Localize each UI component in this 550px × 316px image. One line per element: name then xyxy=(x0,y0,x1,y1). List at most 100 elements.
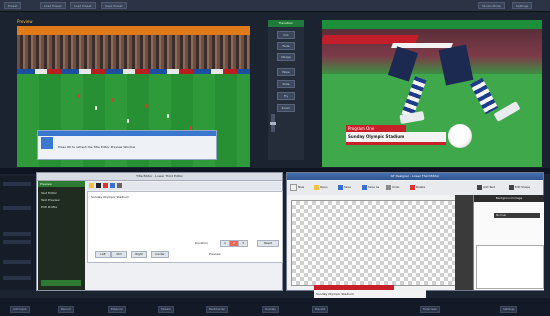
new-icon xyxy=(290,183,297,191)
preview-row-label: Preview xyxy=(209,252,221,256)
layers-panel xyxy=(455,195,473,290)
edit-shape-tool[interactable]: Edit Shape xyxy=(509,183,543,192)
input-slot[interactable] xyxy=(3,260,31,264)
stream-button[interactable]: Stream xyxy=(158,306,175,313)
slide-button[interactable]: Slide xyxy=(277,80,295,88)
sidebar-item-text-preview[interactable]: Text Preview xyxy=(41,198,60,202)
dialog-message: Press OK to refresh the Title Editor Pre… xyxy=(58,145,136,149)
settings-button[interactable]: Settings xyxy=(512,2,533,9)
sidebar-header: Preview xyxy=(38,181,85,187)
add-input-button[interactable]: Add Input xyxy=(10,306,30,313)
transition-panel xyxy=(268,20,304,160)
settings-bottom-button[interactable]: Settings xyxy=(500,306,518,313)
shape-icon xyxy=(509,184,514,190)
input-slot[interactable] xyxy=(3,206,31,210)
input-list xyxy=(0,176,36,290)
t-bar-slider[interactable] xyxy=(270,114,276,132)
lower-third-title: Sunday Olympic Stadium xyxy=(346,132,446,142)
font-icon[interactable] xyxy=(110,183,115,188)
center-button[interactable]: Center xyxy=(151,251,169,258)
load-preset-button[interactable]: Load Preset xyxy=(40,2,66,9)
delete-tool[interactable]: Delete xyxy=(410,183,432,192)
right-button[interactable]: Right xyxy=(131,251,147,258)
canvas-lower-third-text[interactable]: Sunday Olympic Stadium xyxy=(314,290,426,298)
duration-label: Duration xyxy=(195,241,209,245)
overlay-button[interactable]: Overlay xyxy=(262,306,279,313)
playlist-button[interactable]: Playlist xyxy=(312,306,328,313)
input-slot[interactable] xyxy=(3,276,31,280)
record-button[interactable]: Record xyxy=(58,306,74,313)
program-monitor[interactable]: Program One Sunday Olympic Stadium xyxy=(322,29,542,167)
title-editor-sidebar: Preview Text Editor Text Preview Edit Pr… xyxy=(38,181,85,290)
properties-panel: Background Image Normal xyxy=(473,195,544,290)
multicorder-button[interactable]: MultiCorder xyxy=(206,306,229,313)
title-editor-window: Title Editor - Lower Third Editor Previe… xyxy=(36,172,283,291)
fullscreen-button[interactable]: Fullscreen xyxy=(420,306,441,313)
studio-mode-button[interactable]: Studio Mode xyxy=(478,2,505,9)
properties-header: Background Image xyxy=(474,195,544,202)
fly-button[interactable]: Fly xyxy=(277,92,295,100)
player-shoe-right xyxy=(493,101,521,122)
editor-text: Sunday Olympic Stadium xyxy=(91,195,129,199)
player xyxy=(77,94,79,98)
save-tool[interactable]: Save xyxy=(338,183,360,192)
load-preset-button-2[interactable]: Load Preset xyxy=(70,2,96,9)
editor-toolbar xyxy=(87,182,281,190)
undo-icon xyxy=(386,184,391,190)
duration-row: Duration 1 2 3 Reset xyxy=(87,240,281,247)
title-editor-titlebar: Title Editor - Lower Third Editor xyxy=(37,173,282,181)
sidebar-ok-button[interactable] xyxy=(41,280,81,286)
duration-3-button[interactable]: 3 xyxy=(238,240,248,247)
color-icon[interactable] xyxy=(103,183,108,188)
cut-button[interactable]: Cut xyxy=(277,31,295,39)
fade-button[interactable]: Fade xyxy=(277,42,295,50)
stadium-stands xyxy=(17,35,250,73)
folder-icon[interactable] xyxy=(89,183,94,188)
zoom-button[interactable]: Zoom xyxy=(277,104,295,112)
player xyxy=(112,98,114,102)
sidebar-item-text-editor[interactable]: Text Editor xyxy=(41,191,57,195)
design-canvas[interactable]: Sunday Olympic Stadium xyxy=(291,200,457,301)
wipe-button[interactable]: Wipe xyxy=(277,68,295,76)
mid-button[interactable]: Mid xyxy=(111,251,127,258)
lower-third-bar xyxy=(346,142,446,145)
add-text-tool[interactable]: Add Text xyxy=(477,183,507,192)
save-icon xyxy=(338,184,343,190)
input-slot[interactable] xyxy=(3,240,31,244)
preset-button[interactable]: Preset xyxy=(4,2,22,9)
open-tool[interactable]: Open xyxy=(314,183,336,192)
delete-icon xyxy=(410,184,415,190)
save-preset-button[interactable]: Save Preset xyxy=(101,2,127,9)
align-icon[interactable] xyxy=(117,183,122,188)
text-icon xyxy=(477,184,482,190)
player xyxy=(167,114,169,118)
save-as-tool[interactable]: Save As xyxy=(362,183,384,192)
save-as-icon xyxy=(362,184,367,190)
blend-mode-select[interactable]: Normal xyxy=(494,213,540,218)
external-button[interactable]: External xyxy=(108,306,126,313)
undo-tool[interactable]: Undo xyxy=(386,183,408,192)
slider-handle[interactable] xyxy=(270,122,276,125)
input-slot[interactable] xyxy=(3,232,31,236)
preview-label: Preview xyxy=(17,19,33,24)
transition-header: Transition xyxy=(268,20,304,27)
property-list[interactable] xyxy=(476,245,544,289)
reset-button[interactable]: Reset xyxy=(257,240,279,247)
sidebar-item-edit-profile[interactable]: Edit Profile xyxy=(41,205,57,209)
bold-icon[interactable] xyxy=(96,183,101,188)
soccer-ball xyxy=(448,124,472,148)
player xyxy=(145,104,147,108)
gt-designer-window: GT Designer - Lower Third Editor New Ope… xyxy=(286,172,544,301)
gt-designer-titlebar: GT Designer - Lower Third Editor xyxy=(287,173,543,180)
input-slot[interactable] xyxy=(3,182,31,186)
left-button[interactable]: Left xyxy=(95,251,111,258)
player-sock-right xyxy=(469,77,499,115)
info-dialog[interactable]: Press OK to refresh the Title Editor Pre… xyxy=(37,130,217,160)
new-tool[interactable]: New xyxy=(290,183,312,192)
dialog-titlebar xyxy=(38,131,216,136)
merge-button[interactable]: Merge xyxy=(277,53,295,61)
top-bar: Preset Load Preset Load Preset Save Pres… xyxy=(0,0,550,12)
preview-title-bar xyxy=(17,26,250,35)
preview-row: Left Mid Right Center Preview xyxy=(87,251,281,258)
player xyxy=(95,106,97,110)
